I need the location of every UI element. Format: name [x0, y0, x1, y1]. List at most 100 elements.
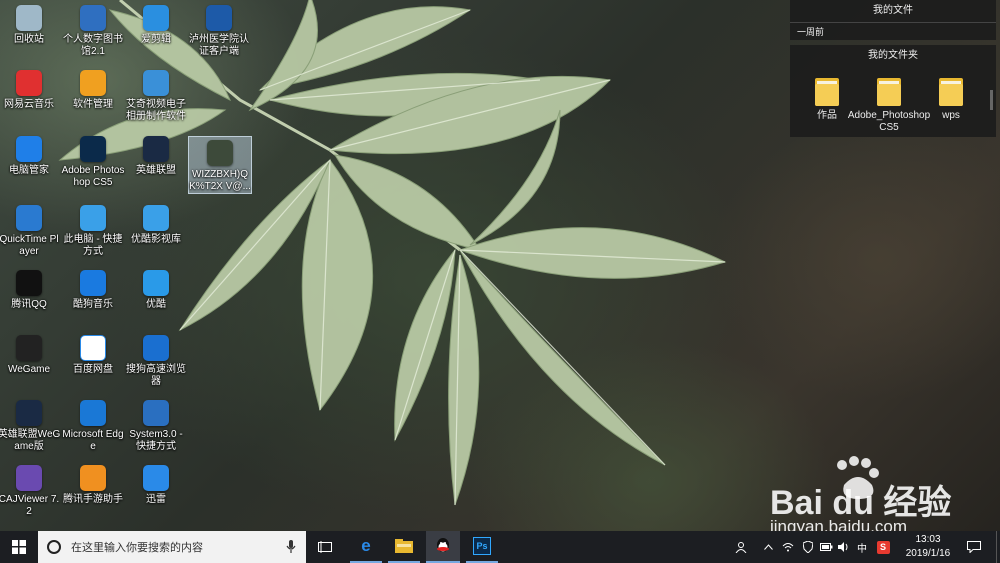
desktop-icon[interactable]: 网易云音乐: [0, 70, 61, 111]
desktop-icon[interactable]: 软件管理: [61, 70, 125, 111]
desktop-icon-label: WIZZBXH)Q K%T2X V@...: [189, 169, 251, 192]
desktop-icon[interactable]: 艾奇视频电子相册制作软件: [124, 70, 188, 123]
desktop-icon[interactable]: 回收站: [0, 5, 61, 46]
input-method-indicator[interactable]: 中: [854, 531, 870, 563]
desktop-icon-label: 泸州医学院认证客户端: [189, 34, 249, 57]
youku-app-icon: [143, 270, 169, 296]
taskbar: 在这里输入你要搜索的内容 e Ps 中 S 13:03 2019/1/16: [0, 531, 1000, 563]
kugou-icon: [80, 270, 106, 296]
image-file-icon: [207, 140, 233, 166]
desktop-icon[interactable]: 优酷: [124, 270, 188, 311]
desktop-icon[interactable]: CAJViewer 7.2: [0, 465, 61, 518]
desktop-icon-label: QuickTime Player: [0, 234, 59, 257]
folder-name: Adobe_Photoshop CS5: [847, 110, 931, 133]
desktop-icon-label: 爱剪辑: [141, 34, 171, 45]
desktop-icon[interactable]: 百度网盘: [61, 335, 125, 376]
panel-scrollbar[interactable]: [990, 90, 993, 110]
desktop-icon-label: 个人数字图书馆2.1: [63, 34, 123, 57]
desktop-icon[interactable]: 英雄联盟: [124, 136, 188, 177]
taskbar-edge[interactable]: e: [350, 531, 382, 563]
taskbar-file-explorer[interactable]: [388, 531, 420, 563]
desktop-icon-label: 英雄联盟: [136, 165, 176, 176]
xunlei-icon: [143, 465, 169, 491]
recent-period-label: 一周前: [790, 22, 996, 40]
tencent-mobile-assistant-icon: [80, 465, 106, 491]
baidu-watermark: Bai du 经验 jingyan.baidu.com: [770, 455, 970, 540]
show-hidden-icons-chevron[interactable]: [760, 531, 776, 563]
cortana-icon[interactable]: [47, 540, 61, 554]
desktop-icon-label: 酷狗音乐: [73, 299, 113, 310]
folder-item[interactable]: wps: [922, 75, 980, 122]
pc-manager-icon: [16, 136, 42, 162]
my-folders-widget: 我的文件夹 作品 Adobe_Photoshop CS5 wps: [790, 45, 996, 137]
task-view-button[interactable]: [310, 531, 340, 563]
this-pc-icon: [80, 205, 106, 231]
taskbar-qq[interactable]: [426, 531, 460, 563]
security-icon[interactable]: [800, 531, 816, 563]
desktop-icon[interactable]: 迅雷: [124, 465, 188, 506]
my-files-title: 我的文件: [873, 5, 913, 16]
qq-icon: [437, 538, 449, 552]
desktop-icon[interactable]: Adobe Photoshop CS5: [61, 136, 125, 189]
clock-time: 13:03: [915, 534, 941, 545]
folder-name: wps: [942, 110, 960, 121]
desktop-icon[interactable]: 电脑管家: [0, 136, 61, 177]
desktop-icon[interactable]: 此电脑 - 快捷方式: [61, 205, 125, 258]
folder-icon: [876, 75, 902, 107]
desktop-icon[interactable]: 英雄联盟WeGame版: [0, 400, 61, 453]
my-files-widget[interactable]: 我的文件 一周前: [790, 0, 996, 40]
league-of-legends-icon: [143, 136, 169, 162]
desktop-icon[interactable]: System3.0 - 快捷方式: [124, 400, 188, 453]
desktop-icon[interactable]: 泸州医学院认证客户端: [187, 5, 251, 58]
folder-item[interactable]: Adobe_Photoshop CS5: [848, 75, 930, 134]
desktop-icon[interactable]: WeGame: [0, 335, 61, 376]
desktop-icon-label: WeGame: [7, 364, 51, 375]
desktop-icon[interactable]: 爱剪辑: [124, 5, 188, 46]
task-view-icon: [318, 541, 332, 553]
desktop-icon[interactable]: QuickTime Player: [0, 205, 61, 258]
desktop-icon[interactable]: 腾讯手游助手: [61, 465, 125, 506]
taskbar-clock[interactable]: 13:03 2019/1/16: [898, 533, 958, 561]
folder-icon: [938, 75, 964, 107]
battery-icon[interactable]: [818, 531, 834, 563]
desktop-icon[interactable]: 优酷影视库: [124, 205, 188, 246]
desktop-icon[interactable]: 酷狗音乐: [61, 270, 125, 311]
microphone-icon[interactable]: [286, 540, 296, 554]
desktop-icon-label: 腾讯手游助手: [63, 494, 123, 505]
desktop-icon-label: System3.0 - 快捷方式: [129, 429, 183, 452]
desktop-icon[interactable]: 腾讯QQ: [0, 270, 61, 311]
start-button[interactable]: [0, 531, 38, 563]
software-manager-icon: [80, 70, 106, 96]
lol-wegame-icon: [16, 400, 42, 426]
recycle-bin-icon: [16, 5, 42, 31]
taskbar-photoshop[interactable]: Ps: [466, 531, 498, 563]
action-center-icon[interactable]: [962, 531, 986, 563]
sogou-ime-icon[interactable]: S: [874, 531, 892, 563]
desktop-icon[interactable]: Microsoft Edge: [61, 400, 125, 453]
desktop-icon-label: 艾奇视频电子相册制作软件: [126, 99, 186, 122]
desktop-icon-label: 优酷: [146, 299, 166, 310]
aijianji-icon: [143, 5, 169, 31]
windows-logo-icon: [12, 540, 26, 554]
desktop-icon-label: 网易云音乐: [4, 99, 54, 110]
volume-icon[interactable]: [836, 531, 852, 563]
system3-icon: [143, 400, 169, 426]
desktop-icon-label: 英雄联盟WeGame版: [0, 429, 61, 452]
desktop-icon[interactable]: 个人数字图书馆2.1: [61, 5, 125, 58]
sogou-browser-icon: [143, 335, 169, 361]
folder-icon: [814, 75, 840, 107]
digital-library-icon: [80, 5, 106, 31]
photo-album-icon: [143, 70, 169, 96]
show-desktop-button[interactable]: [996, 531, 1000, 563]
desktop-icon-label: CAJViewer 7.2: [0, 494, 60, 517]
desktop-icon-label: 电脑管家: [9, 165, 49, 176]
taskbar-search-box[interactable]: 在这里输入你要搜索的内容: [38, 531, 306, 563]
people-icon[interactable]: [732, 531, 750, 563]
quicktime-icon: [16, 205, 42, 231]
desktop-icon[interactable]: 搜狗高速浏览器: [124, 335, 188, 388]
my-folders-title: 我的文件夹: [868, 50, 918, 61]
edge-icon: e: [361, 536, 371, 555]
desktop-icon[interactable]: WIZZBXH)Q K%T2X V@...: [188, 136, 252, 194]
baidu-netdisk-icon: [80, 335, 106, 361]
network-icon[interactable]: [780, 531, 796, 563]
